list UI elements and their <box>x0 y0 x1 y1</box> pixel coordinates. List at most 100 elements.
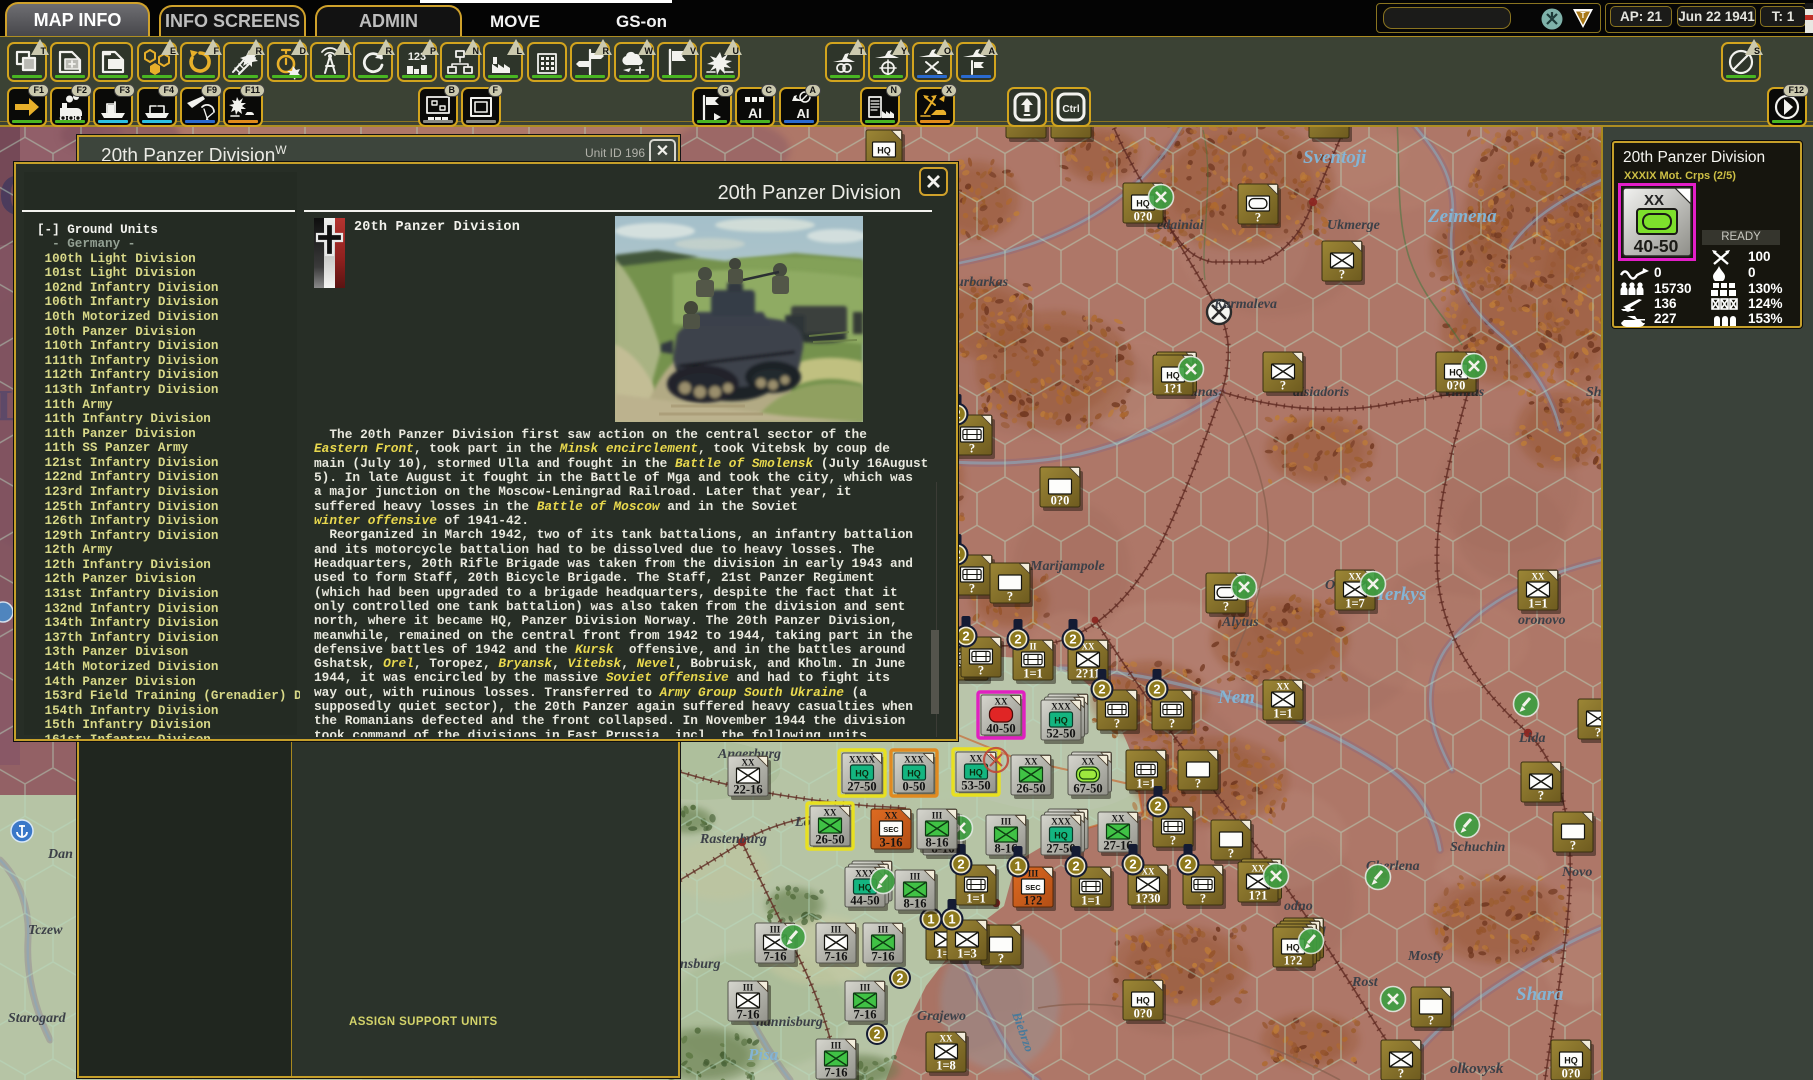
svg-text:1=1: 1=1 <box>1528 597 1548 611</box>
svg-text:1: 1 <box>1014 859 1021 874</box>
svg-text:?: ? <box>1428 1014 1434 1028</box>
svg-text:T: T <box>1581 11 1586 20</box>
svg-text:Rastenburg: Rastenburg <box>699 832 767 847</box>
svg-text:0?0: 0?0 <box>1134 210 1153 224</box>
svg-text:?: ? <box>1570 839 1576 853</box>
svg-text:XXX: XXX <box>904 755 924 765</box>
svg-text:Zeimena: Zeimena <box>1427 206 1497 227</box>
svg-text:?: ? <box>1169 717 1175 731</box>
svg-text:III: III <box>878 925 889 935</box>
svg-text:Pisa: Pisa <box>747 1045 779 1064</box>
svg-text:HQ: HQ <box>907 768 921 778</box>
svg-text:XX: XX <box>1644 192 1664 209</box>
svg-text:0?0: 0?0 <box>1051 494 1070 508</box>
svg-text:III: III <box>1001 817 1012 827</box>
svg-text:52-50: 52-50 <box>1046 727 1075 741</box>
svg-text:HQ: HQ <box>1166 370 1180 380</box>
svg-text:2: 2 <box>1072 859 1079 874</box>
svg-text:?: ? <box>1007 590 1013 604</box>
svg-text:1?1: 1?1 <box>1249 889 1268 903</box>
svg-text:1=1: 1=1 <box>1081 894 1101 908</box>
svg-text:2: 2 <box>897 971 904 985</box>
svg-text:1?2: 1?2 <box>1024 894 1043 908</box>
svg-text:1?2: 1?2 <box>1284 954 1303 968</box>
svg-text:HQ: HQ <box>1564 1055 1578 1065</box>
svg-text:22-16: 22-16 <box>733 783 762 797</box>
svg-text:Karmaleva: Karmaleva <box>1213 297 1277 312</box>
svg-text:XXX: XXX <box>1051 817 1071 827</box>
svg-text:olkovysk: olkovysk <box>1450 1061 1504 1077</box>
svg-text:nsburg: nsburg <box>680 957 720 972</box>
svg-text:1=3: 1=3 <box>957 947 977 961</box>
svg-text:HQ: HQ <box>1054 715 1068 725</box>
svg-text:7-16: 7-16 <box>764 950 787 964</box>
svg-text:XX: XX <box>1349 572 1362 582</box>
svg-text:Rost: Rost <box>1351 975 1379 990</box>
svg-text:XX: XX <box>1252 864 1265 874</box>
svg-text:7-16: 7-16 <box>825 950 848 964</box>
svg-text:Alytus: Alytus <box>1221 615 1259 630</box>
svg-text:Schuchin: Schuchin <box>1450 840 1505 855</box>
svg-text:Novo: Novo <box>1561 865 1592 880</box>
svg-text:?: ? <box>1223 600 1229 614</box>
svg-text:?: ? <box>1255 211 1261 225</box>
svg-text:?: ? <box>1200 892 1206 906</box>
svg-text:SEC: SEC <box>883 825 899 834</box>
svg-text:2: 2 <box>962 629 969 644</box>
svg-text:III: III <box>860 983 871 993</box>
svg-text:Mosty: Mosty <box>1407 949 1444 964</box>
svg-text:Marijampole: Marijampole <box>1029 559 1105 574</box>
svg-text:AI: AI <box>748 105 762 121</box>
svg-text:1=8: 1=8 <box>936 1059 956 1073</box>
svg-text:1=1: 1=1 <box>966 892 986 906</box>
svg-text:2?11: 2?11 <box>1076 667 1100 681</box>
svg-text:HQ: HQ <box>1054 830 1068 840</box>
svg-text:3-16: 3-16 <box>880 836 903 850</box>
svg-text:III: III <box>743 983 754 993</box>
svg-text:53-50: 53-50 <box>961 779 990 793</box>
svg-text:0?0: 0?0 <box>1447 379 1466 393</box>
svg-text:2: 2 <box>1098 682 1105 697</box>
svg-text:Lida: Lida <box>1518 731 1545 746</box>
svg-text:2: 2 <box>874 1027 881 1041</box>
svg-text:Nem: Nem <box>1217 687 1255 708</box>
svg-text:odno: odno <box>1284 899 1313 914</box>
svg-text:SEC: SEC <box>1025 883 1041 892</box>
svg-text:XXX: XXX <box>1051 702 1071 712</box>
svg-text:1=1: 1=1 <box>1273 707 1293 721</box>
svg-text:HQ: HQ <box>1286 942 1300 952</box>
svg-text:?: ? <box>978 664 984 678</box>
svg-text:2: 2 <box>1129 857 1136 872</box>
svg-text:Shara: Shara <box>1516 984 1564 1005</box>
svg-text:8-16: 8-16 <box>904 897 927 911</box>
svg-text:oronovo: oronovo <box>1518 613 1565 628</box>
svg-text:?: ? <box>969 442 975 456</box>
svg-text:XX: XX <box>940 1034 953 1044</box>
svg-text:XX: XX <box>995 697 1008 707</box>
svg-text:40-50: 40-50 <box>1634 236 1679 256</box>
svg-text:XX: XX <box>1532 572 1545 582</box>
svg-text:1=1: 1=1 <box>1136 777 1156 791</box>
svg-text:1?1: 1?1 <box>1164 382 1183 396</box>
svg-text:0-50: 0-50 <box>903 780 926 794</box>
svg-text:Dan: Dan <box>47 847 73 862</box>
svg-text:1: 1 <box>948 912 955 927</box>
svg-text:Sventoji: Sventoji <box>1303 147 1367 168</box>
svg-text:XX: XX <box>1025 757 1038 767</box>
svg-text:XXXX: XXXX <box>849 755 875 765</box>
svg-text:1=1: 1=1 <box>1023 667 1043 681</box>
svg-text:7-16: 7-16 <box>825 1066 848 1080</box>
svg-text:?: ? <box>998 952 1004 966</box>
svg-text:27-50: 27-50 <box>847 780 876 794</box>
svg-text:?: ? <box>1538 789 1544 803</box>
svg-text:III: III <box>932 811 943 821</box>
svg-text:?: ? <box>1280 379 1286 393</box>
svg-text:XX: XX <box>970 754 983 764</box>
svg-text:?: ? <box>1170 834 1176 848</box>
svg-text:?: ? <box>1114 717 1120 731</box>
svg-text:Shu: Shu <box>1586 385 1601 400</box>
svg-text:2: 2 <box>1069 632 1076 647</box>
svg-text:III: III <box>831 925 842 935</box>
svg-text:XX: XX <box>885 811 898 821</box>
svg-text:HQ: HQ <box>855 768 869 778</box>
